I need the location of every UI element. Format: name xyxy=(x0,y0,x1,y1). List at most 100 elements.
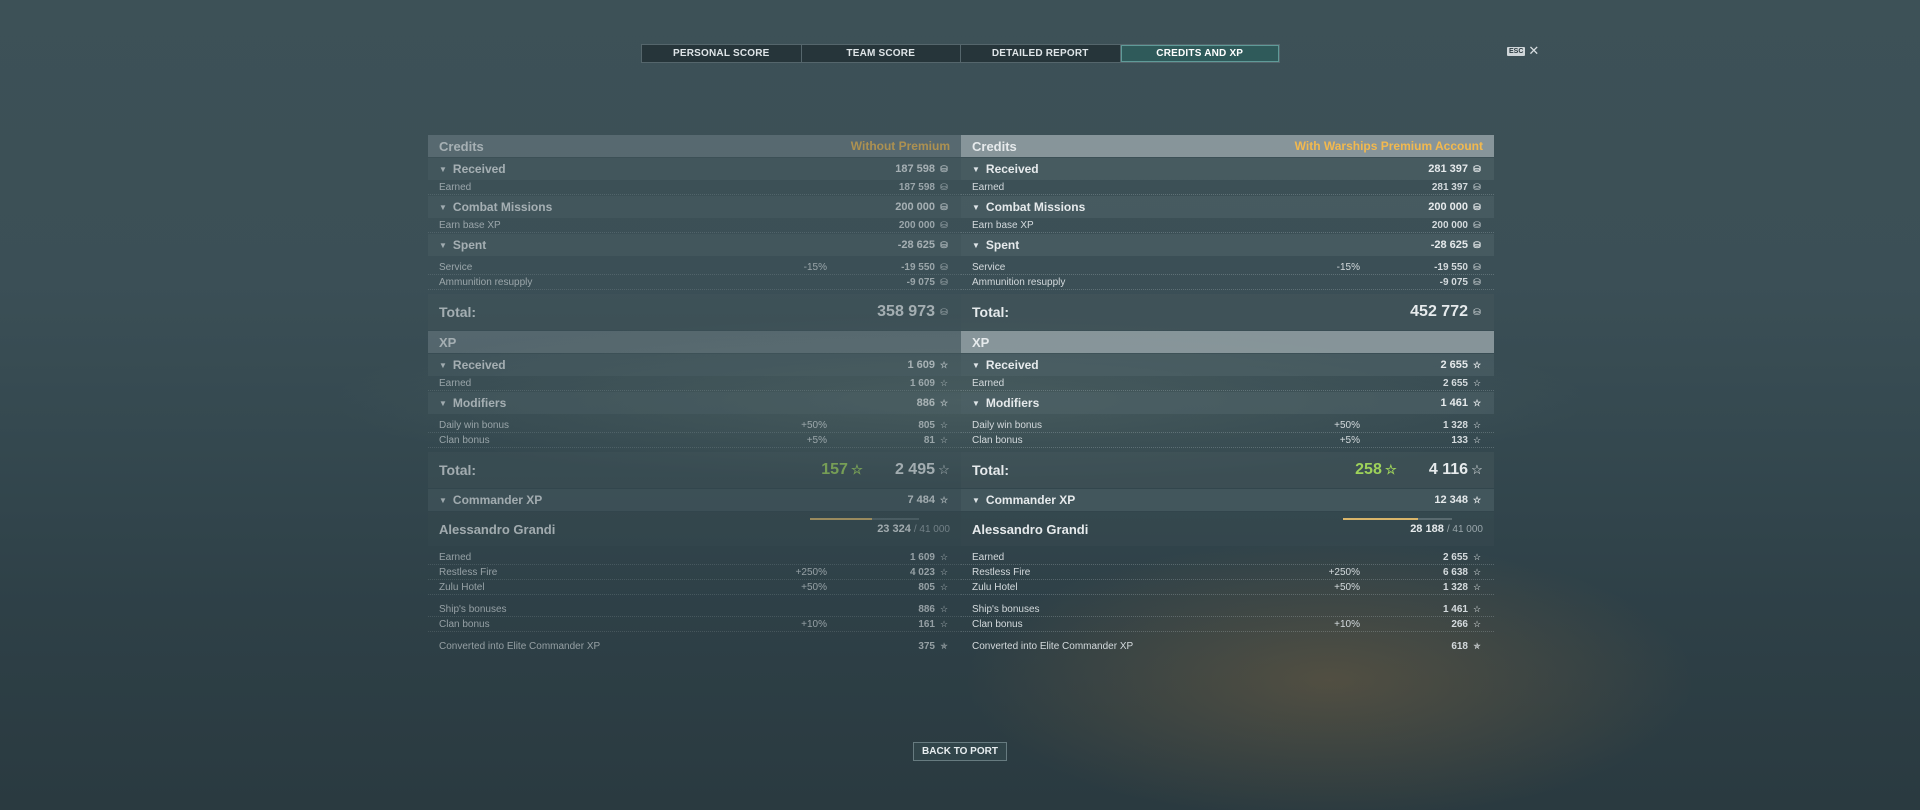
xp-header: XP xyxy=(961,331,1494,353)
tab-credits-and-xp[interactable]: CREDITS AND XP xyxy=(1120,45,1279,62)
row-value: 266 xyxy=(1451,618,1468,630)
row-label: Earned xyxy=(439,377,472,389)
section-value: 200 000 xyxy=(1428,201,1468,213)
row-value: 1 461 xyxy=(1442,603,1468,615)
row-label: Clan bonus xyxy=(439,434,490,446)
earned-row: Earned 187 598 ⛁ xyxy=(428,180,961,195)
row-label: Ship's bonuses xyxy=(972,603,1040,615)
credits-coin-icon: ⛁ xyxy=(1473,239,1481,250)
tab-detailed-report[interactable]: DETAILED REPORT xyxy=(961,45,1121,62)
row-label: Zulu Hotel xyxy=(439,581,485,593)
close-icon[interactable]: ✕ xyxy=(1528,44,1539,57)
total-label: Total: xyxy=(972,462,1010,478)
combat-missions-section[interactable]: ▼ Combat Missions 200 000 ⛁ xyxy=(428,196,961,218)
xp-star-icon: ☆ xyxy=(939,618,949,629)
row-percent: +10% xyxy=(801,618,827,630)
section-value: 2 655 xyxy=(1440,359,1468,371)
xp-star-icon: ☆ xyxy=(1472,434,1482,445)
tab-team-score[interactable]: TEAM SCORE xyxy=(802,45,961,62)
xp-received-section[interactable]: ▼ Received 2 655 ☆ xyxy=(961,354,1494,376)
commander-xp-section[interactable]: ▼ Commander XP 7 484 ☆ xyxy=(428,489,961,511)
restless-fire-row: Restless Fire +250% 6 638 ☆ xyxy=(961,565,1494,580)
chevron-down-icon: ▼ xyxy=(972,360,980,370)
tab-personal-score[interactable]: PERSONAL SCORE xyxy=(642,45,802,62)
row-value: 1 328 xyxy=(1442,419,1468,431)
row-percent: +50% xyxy=(801,419,827,431)
row-percent: +50% xyxy=(1334,419,1360,431)
commander-xp-progress-bar xyxy=(1343,518,1452,520)
section-value: 886 xyxy=(916,397,935,409)
modifiers-section[interactable]: ▼ Modifiers 1 461 ☆ xyxy=(961,392,1494,414)
xp-received-section[interactable]: ▼ Received 1 609 ☆ xyxy=(428,354,961,376)
section-label: Spent xyxy=(985,238,1020,252)
section-label: Received xyxy=(985,162,1039,176)
row-label: Converted into Elite Commander XP xyxy=(439,641,601,652)
commander-row: Alessandro Grandi 23 324 / 41 000 xyxy=(428,512,961,546)
modifiers-section[interactable]: ▼ Modifiers 886 ☆ xyxy=(428,392,961,414)
credits-coin-icon: ⛁ xyxy=(940,201,948,212)
xp-star-icon: ☆ xyxy=(1472,377,1482,388)
row-label: Earned xyxy=(972,551,1005,563)
progress-fill xyxy=(1343,518,1418,520)
row-value: 1 328 xyxy=(1442,581,1468,593)
row-label: Earn base XP xyxy=(972,219,1034,231)
total-bonus: 157 ☆ xyxy=(821,461,863,479)
xp-star-icon: ☆ xyxy=(939,419,949,430)
cmd-clan-bonus-row: Clan bonus +10% 161 ☆ xyxy=(428,617,961,632)
row-label: Service xyxy=(439,261,473,273)
row-label: Restless Fire xyxy=(972,566,1031,578)
xp-title: XP xyxy=(972,334,990,350)
credits-received-section[interactable]: ▼ Received 187 598 ⛁ xyxy=(428,158,961,180)
credits-coin-icon: ⛁ xyxy=(1473,306,1481,317)
xp-header: XP xyxy=(428,331,961,353)
credits-coin-icon: ⛁ xyxy=(940,239,948,250)
credits-coin-icon: ⛁ xyxy=(1473,219,1481,230)
combat-missions-section[interactable]: ▼ Combat Missions 200 000 ⛁ xyxy=(961,196,1494,218)
xp-star-icon: ☆ xyxy=(939,359,949,370)
xp-star-icon: ☆ xyxy=(1472,551,1482,562)
row-percent: -15% xyxy=(1336,261,1360,273)
credits-received-section[interactable]: ▼ Received 281 397 ⛁ xyxy=(961,158,1494,180)
xp-star-icon: ☆ xyxy=(851,462,863,477)
bonus-value: 258 xyxy=(1355,461,1382,478)
section-value: 187 598 xyxy=(895,163,935,175)
xp-star-icon: ☆ xyxy=(939,377,949,388)
section-label: Commander XP xyxy=(452,493,543,507)
row-value: 805 xyxy=(918,419,935,431)
commander-xp-section[interactable]: ▼ Commander XP 12 348 ☆ xyxy=(961,489,1494,511)
section-value: 1 461 xyxy=(1440,397,1468,409)
total-label: Total: xyxy=(439,462,477,478)
row-value: -9 075 xyxy=(906,276,935,288)
spent-section[interactable]: ▼ Spent -28 625 ⛁ xyxy=(428,234,961,256)
section-label: Received xyxy=(985,358,1039,372)
xp-star-icon: ☆ xyxy=(939,566,949,577)
xp-total: Total: 258 ☆ 4 116 ☆ xyxy=(961,452,1494,488)
credits-header: Credits With Warships Premium Account xyxy=(961,135,1494,157)
row-value: 1 609 xyxy=(909,377,935,389)
row-label: Ammunition resupply xyxy=(972,276,1066,288)
section-value: 200 000 xyxy=(895,201,935,213)
row-label: Earned xyxy=(439,551,472,563)
commander-xp-max: / 41 000 xyxy=(1446,523,1483,535)
elite-xp-row: Converted into Elite Commander XP 375 ✯ xyxy=(428,639,961,654)
row-label: Ship's bonuses xyxy=(439,603,507,615)
row-label: Restless Fire xyxy=(439,566,498,578)
spent-section[interactable]: ▼ Spent -28 625 ⛁ xyxy=(961,234,1494,256)
esc-close-button[interactable]: ESC ✕ xyxy=(1507,44,1539,57)
credits-coin-icon: ⛁ xyxy=(1473,163,1481,174)
back-to-port-button[interactable]: BACK TO PORT xyxy=(913,742,1007,761)
row-value: 187 598 xyxy=(898,181,935,193)
xp-star-icon: ☆ xyxy=(1472,494,1482,505)
row-label: Daily win bonus xyxy=(972,419,1043,431)
elite-xp-icon: ✯ xyxy=(1473,641,1481,651)
chevron-down-icon: ▼ xyxy=(972,240,980,250)
section-value: 1 609 xyxy=(907,359,935,371)
xp-star-icon: ☆ xyxy=(1385,462,1397,477)
restless-fire-row: Restless Fire +250% 4 023 ☆ xyxy=(428,565,961,580)
xp-star-icon: ☆ xyxy=(939,603,949,614)
row-value: 618 xyxy=(1451,641,1468,652)
row-value: 81 xyxy=(923,434,935,446)
xp-earned-row: Earned 1 609 ☆ xyxy=(428,376,961,391)
row-value: 6 638 xyxy=(1442,566,1468,578)
section-label: Modifiers xyxy=(452,396,507,410)
